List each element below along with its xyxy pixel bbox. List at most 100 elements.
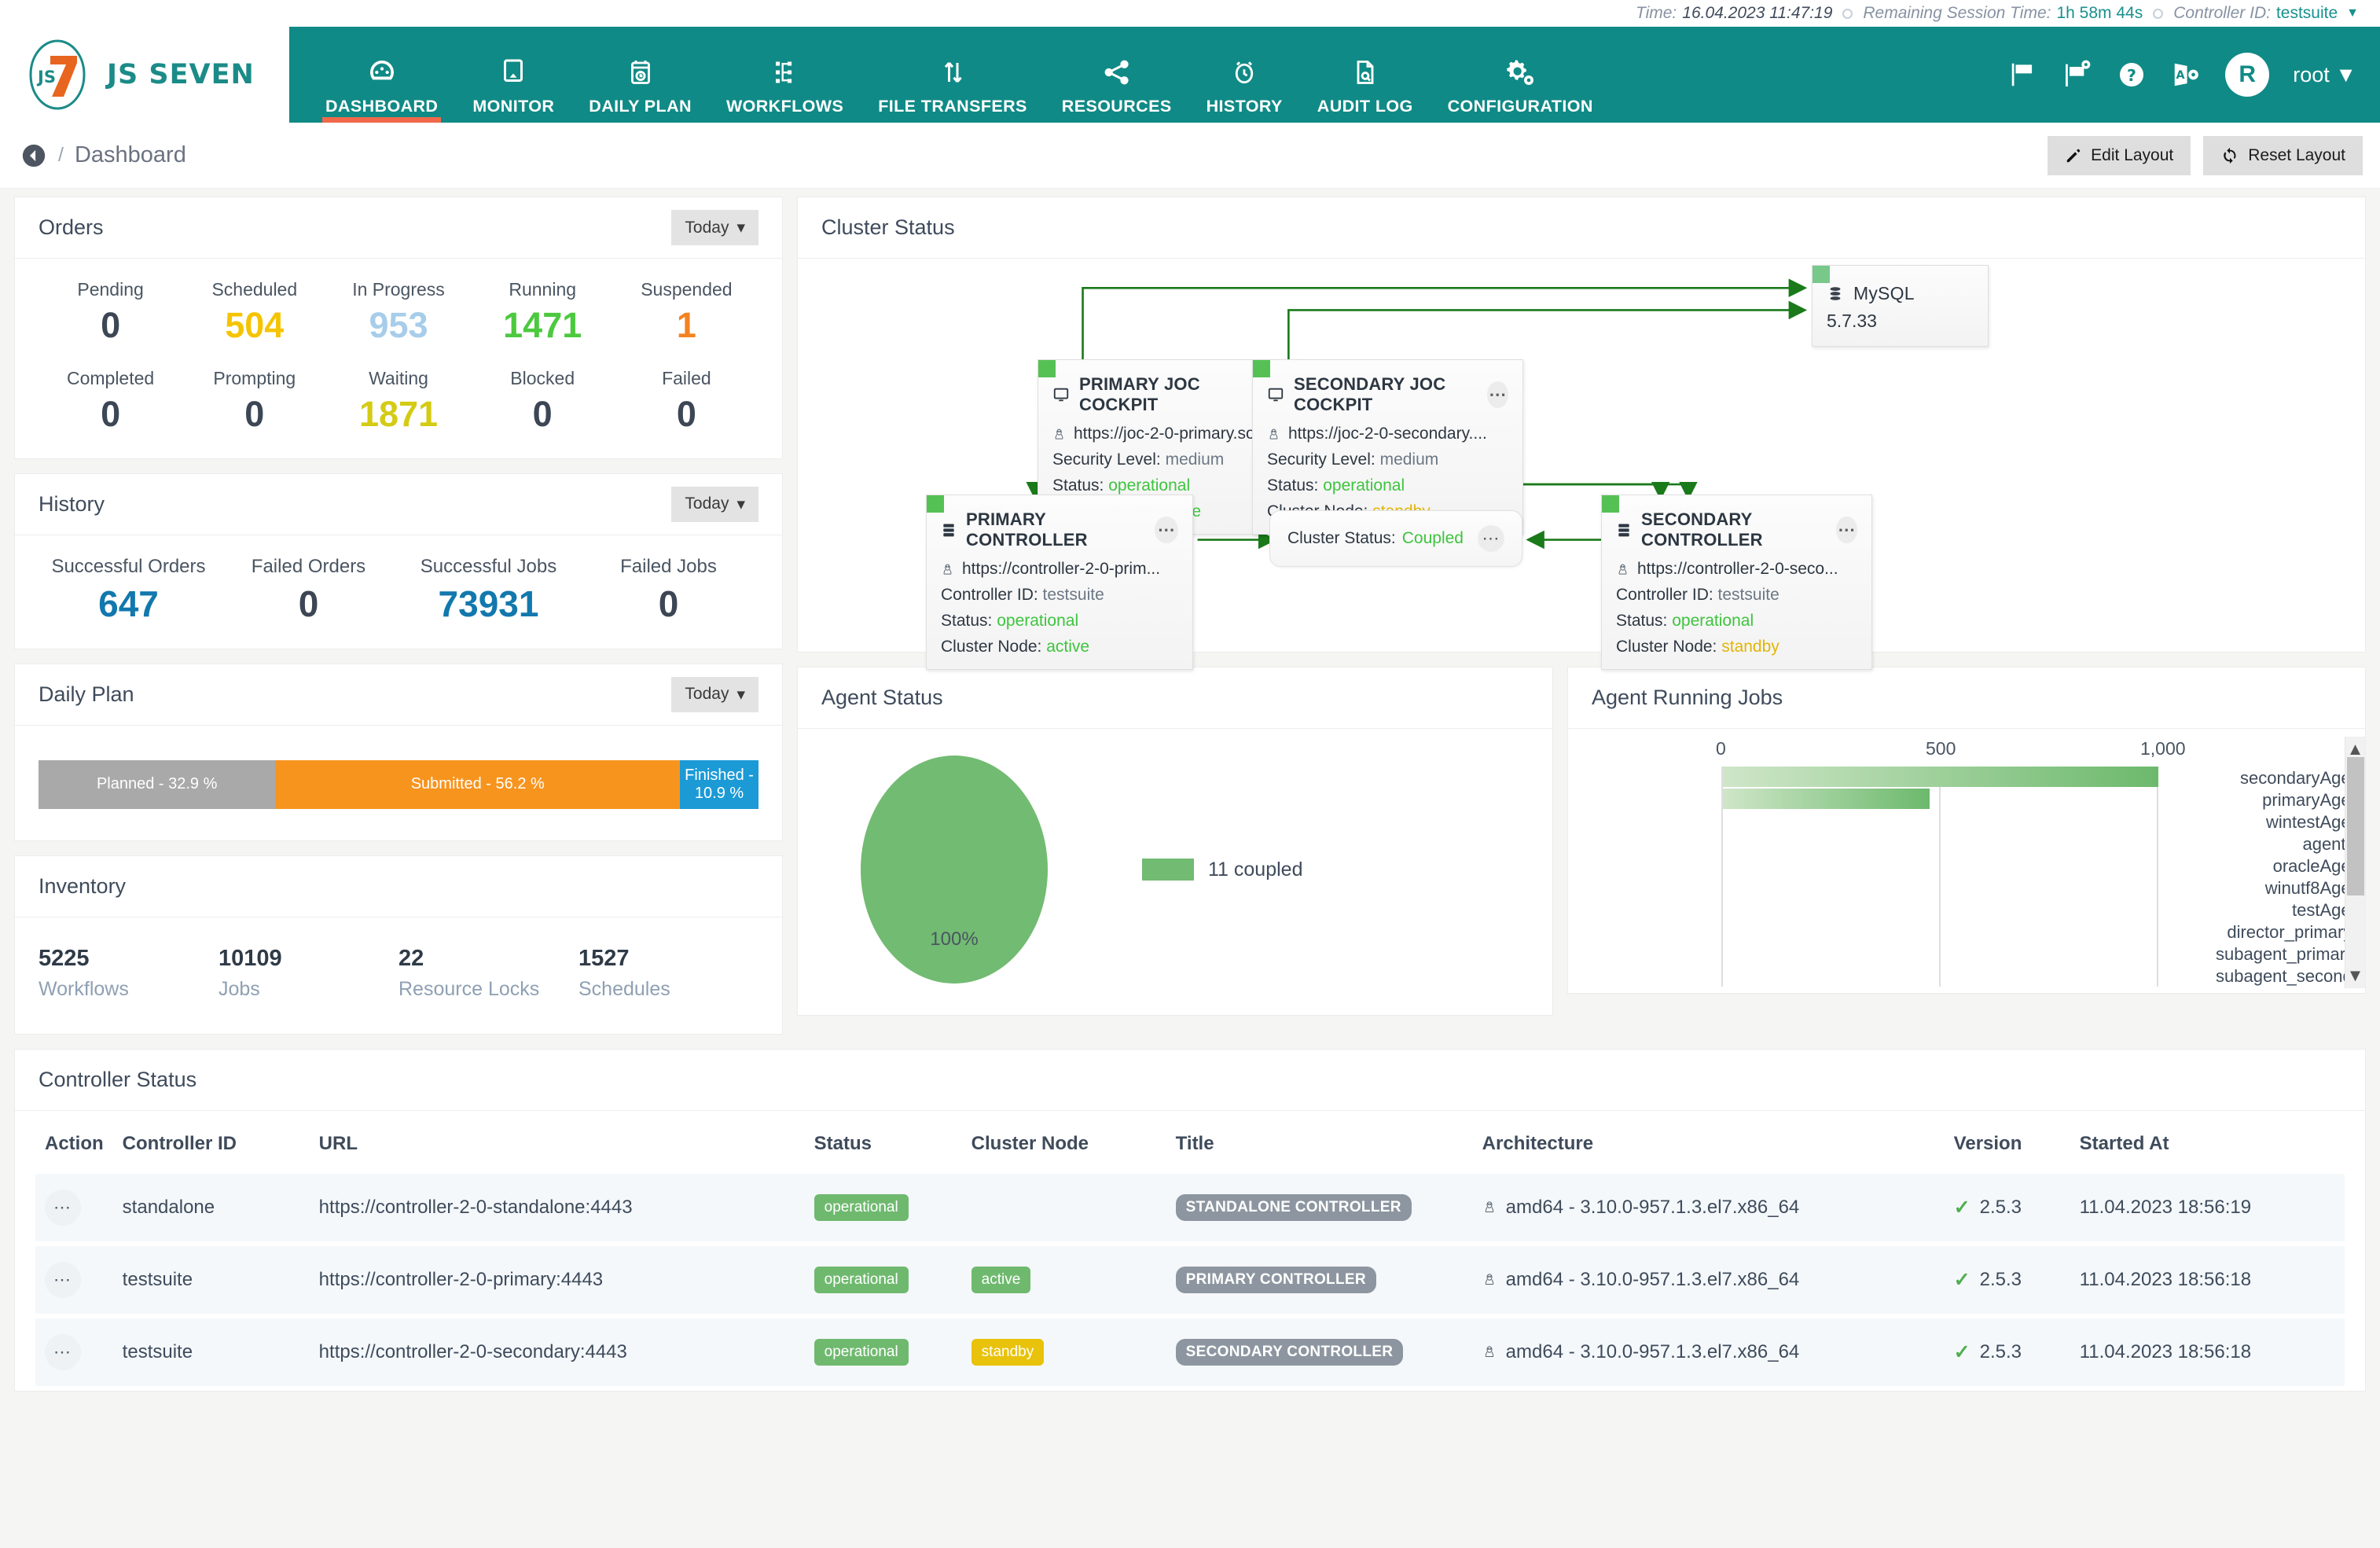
pie-slice-coupled[interactable]: 100%	[861, 756, 1048, 984]
history-metric-successful-jobs[interactable]: Successful Jobs 73931	[399, 556, 578, 625]
primary-controller-menu-button[interactable]: ⋯	[1155, 517, 1178, 543]
inventory-value: 10109	[219, 945, 282, 971]
orders-metric-blocked[interactable]: Blocked 0	[471, 368, 615, 435]
chevron-down-icon[interactable]: ▼	[2335, 63, 2356, 86]
nav-item-resources[interactable]: RESOURCES	[1045, 27, 1189, 123]
metric-label: Failed Orders	[251, 555, 366, 577]
daily-plan-segment-submitted[interactable]: Submitted - 56.2 %	[275, 759, 681, 809]
inventory-item-schedules[interactable]: 1527 Schedules	[578, 946, 758, 1001]
inventory-item-workflows[interactable]: 5225 Workflows	[39, 946, 219, 1001]
scrollbar-thumb[interactable]	[2346, 757, 2364, 895]
coupled-menu-button[interactable]: ⋯	[1478, 525, 1504, 552]
nav-item-monitor[interactable]: MONITOR	[455, 27, 571, 123]
table-row[interactable]: ⋯ testsuite https://controller-2-0-secon…	[35, 1315, 2345, 1388]
inventory-metrics: 5225 Workflows 10109 Jobs 22 Resource Lo…	[39, 938, 758, 1001]
bar-secondaryagent[interactable]	[1723, 767, 2158, 787]
row-version-cell: ✓ 2.5.3	[1945, 1244, 2070, 1316]
inventory-value: 5225	[39, 945, 90, 971]
legend-label-coupled[interactable]: 11 coupled	[1208, 859, 1302, 881]
orders-metric-pending[interactable]: Pending 0	[39, 279, 182, 346]
reset-layout-button[interactable]: Reset Layout	[2203, 135, 2363, 175]
nav-item-configuration[interactable]: CONFIGURATION	[1431, 27, 1611, 123]
scroll-down-arrow-icon[interactable]: ▼	[2347, 963, 2364, 988]
language-a-gear-icon[interactable]: A	[2170, 60, 2202, 90]
row-title-cell: PRIMARY CONTROLLER	[1166, 1244, 1473, 1316]
controller-id-selector[interactable]: Controller ID: testsuite ▼	[2163, 4, 2369, 23]
secondary-controller-url: https://controller-2-0-seco...	[1637, 560, 1838, 578]
history-card-header: History Today ▾	[15, 474, 782, 535]
bar-category-wintestagent: wintestAgent	[2266, 812, 2365, 832]
avatar[interactable]: R	[2225, 53, 2270, 97]
nav-item-daily-plan[interactable]: DAILY PLAN	[571, 27, 709, 123]
security-label: Security Level:	[1052, 450, 1161, 469]
edit-layout-label: Edit Layout	[2091, 145, 2174, 164]
metric-label: Failed Jobs	[620, 555, 717, 577]
orders-metric-running[interactable]: Running 1471	[471, 279, 615, 346]
orders-metric-prompting[interactable]: Prompting 0	[182, 368, 326, 435]
inventory-item-resource-locks[interactable]: 22 Resource Locks	[399, 946, 578, 1001]
orders-metric-failed[interactable]: Failed 0	[615, 368, 758, 435]
flag-icon[interactable]	[2008, 60, 2038, 90]
row-started-at[interactable]: 11.04.2023 18:56:19	[2070, 1174, 2345, 1244]
history-metric-failed-orders[interactable]: Failed Orders 0	[219, 556, 399, 625]
help-question-icon[interactable]: ?	[2117, 60, 2147, 90]
secondary-joc-menu-button[interactable]: ⋯	[1487, 381, 1508, 408]
metric-value: 0	[244, 393, 265, 434]
row-url: https://controller-2-0-standalone:4443	[318, 1196, 633, 1218]
cluster-node-secondary-controller[interactable]: SECONDARY CONTROLLER ⋯ https://controlle…	[1601, 495, 1872, 670]
row-menu-button[interactable]: ⋯	[45, 1189, 81, 1226]
cluster-node-mysql[interactable]: MySQL 5.7.33	[1812, 265, 1989, 347]
nav-item-history[interactable]: HISTORY	[1189, 27, 1300, 123]
daily-plan-segment-finished[interactable]: Finished - 10.9 %	[680, 759, 758, 809]
cluster-node-secondary-joc[interactable]: SECONDARY JOC COCKPIT ⋯ https://joc-2-0-…	[1252, 359, 1523, 535]
chart-scrollbar[interactable]: ▲ ▼	[2345, 737, 2365, 988]
status-label: Status:	[1616, 612, 1668, 630]
chevron-down-icon: ▾	[736, 219, 745, 237]
inventory-label: Workflows	[39, 977, 129, 1000]
nav-item-workflows[interactable]: WORKFLOWS	[709, 27, 861, 123]
back-arrow-circle-icon[interactable]	[20, 142, 47, 169]
daily-plan-segment-planned[interactable]: Planned - 32.9 %	[39, 759, 276, 809]
nav-item-audit-log[interactable]: AUDIT LOG	[1300, 27, 1431, 123]
cluster-coupled-status[interactable]: Cluster Status: Coupled ⋯	[1269, 510, 1522, 567]
row-menu-button[interactable]: ⋯	[45, 1333, 81, 1370]
bar-primaryagent[interactable]	[1723, 789, 1930, 809]
history-metric-failed-jobs[interactable]: Failed Jobs 0	[578, 556, 758, 625]
server-rack-icon	[1616, 521, 1632, 539]
row-started-at[interactable]: 11.04.2023 18:56:18	[2070, 1316, 2345, 1388]
history-range-select[interactable]: Today ▾	[671, 486, 758, 522]
bar-category-testagent: testAgent	[2292, 900, 2365, 920]
row-menu-button[interactable]: ⋯	[45, 1261, 81, 1298]
table-row[interactable]: ⋯ testsuite https://controller-2-0-prima…	[35, 1243, 2345, 1316]
column-version: Version	[1953, 1132, 2022, 1154]
table-row[interactable]: ⋯ standalone https://controller-2-0-stan…	[35, 1173, 2345, 1244]
inventory-item-jobs[interactable]: 10109 Jobs	[219, 946, 399, 1001]
orders-card-header: Orders Today ▾	[15, 197, 782, 259]
nav-item-file-transfers[interactable]: FILE TRANSFERS	[861, 27, 1045, 123]
orders-metric-completed[interactable]: Completed 0	[39, 368, 182, 435]
chevron-down-icon[interactable]: ▼	[2346, 6, 2359, 20]
history-metric-successful-orders[interactable]: Successful Orders 647	[39, 556, 219, 625]
orders-metric-waiting[interactable]: Waiting 1871	[326, 368, 470, 435]
cluster-node-primary-controller[interactable]: PRIMARY CONTROLLER ⋯ https://controller-…	[926, 495, 1193, 670]
agent-status-pie-chart: 100% 11 coupled	[821, 740, 1529, 999]
inventory-value: 22	[399, 945, 424, 971]
daily-plan-range-select[interactable]: Today ▾	[671, 676, 758, 712]
inventory-title: Inventory	[39, 873, 127, 898]
user-menu[interactable]: root ▼	[2293, 63, 2356, 87]
nav-item-dashboard[interactable]: DASHBOARD	[308, 27, 455, 123]
flag-gear-icon[interactable]	[2062, 59, 2093, 90]
orders-range-select[interactable]: Today ▾	[671, 210, 758, 245]
separator-circle-icon	[1842, 8, 1853, 19]
orders-metric-in-progress[interactable]: In Progress 953	[326, 279, 470, 346]
server-rack-icon	[941, 521, 957, 539]
row-started-at[interactable]: 11.04.2023 18:56:18	[2070, 1244, 2345, 1316]
row-architecture-cell: amd64 - 3.10.0-957.1.3.el7.x86_64	[1473, 1174, 1945, 1244]
edit-layout-button[interactable]: Edit Layout	[2048, 135, 2191, 175]
orders-metric-suspended[interactable]: Suspended 1	[615, 279, 758, 346]
orders-metric-scheduled[interactable]: Scheduled 504	[182, 279, 326, 346]
metric-label: Suspended	[641, 279, 733, 300]
column-url: URL	[318, 1132, 358, 1154]
brand-logo-area[interactable]: JS JS SEVEN	[0, 27, 289, 123]
secondary-controller-menu-button[interactable]: ⋯	[1836, 517, 1857, 543]
